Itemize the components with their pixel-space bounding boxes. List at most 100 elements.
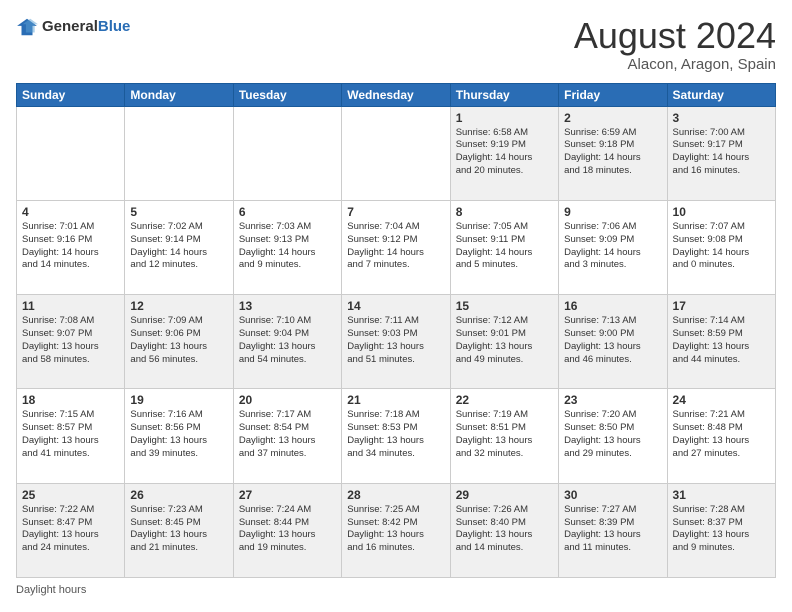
table-row: 18 Sunrise: 7:15 AM Sunset: 8:57 PM Dayli… <box>17 389 125 483</box>
col-friday: Friday <box>559 83 667 106</box>
table-row: 24Sunrise: 7:21 AM Sunset: 8:48 PM Dayli… <box>667 389 775 483</box>
day-info: Sunrise: 7:26 AM Sunset: 8:40 PM Dayligh… <box>456 504 553 555</box>
day-number: 7 <box>347 205 444 219</box>
day-number: 18 <box>22 393 119 407</box>
day-info: Sunrise: 7:25 AM Sunset: 8:42 PM Dayligh… <box>347 504 444 555</box>
day-number: 29 <box>456 488 553 502</box>
day-info: Sunrise: 7:27 AM Sunset: 8:39 PM Dayligh… <box>564 504 661 555</box>
day-info: Sunrise: 7:12 AM Sunset: 9:01 PM Dayligh… <box>456 315 553 366</box>
day-number: 30 <box>564 488 661 502</box>
logo-text: GeneralBlue <box>42 19 130 36</box>
col-sunday: Sunday <box>17 83 125 106</box>
table-row: 17 Sunrise: 7:14 AM Sunset: 8:59 PM Dayli… <box>667 295 775 389</box>
table-row: 25 Sunrise: 7:22 AM Sunset: 8:47 PM Dayli… <box>17 483 125 577</box>
day-number: 21 <box>347 393 444 407</box>
day-number: 20 <box>239 393 336 407</box>
day-number: 15 <box>456 299 553 313</box>
table-row: 27 Sunrise: 7:24 AM Sunset: 8:44 PM Dayli… <box>233 483 341 577</box>
day-info: Sunrise: 7:00 AM Sunset: 9:17 PM Dayligh… <box>673 127 770 178</box>
logo-blue: Blue <box>98 18 131 35</box>
calendar-week-5: 25 Sunrise: 7:22 AM Sunset: 8:47 PM Dayli… <box>17 483 776 577</box>
day-number: 2 <box>564 111 661 125</box>
calendar-week-1: 1 Sunrise: 6:58 AM Sunset: 9:19 PM Daylig… <box>17 106 776 200</box>
day-info: Sunrise: 7:19 AM Sunset: 8:51 PM Dayligh… <box>456 409 553 460</box>
table-row: 2 Sunrise: 6:59 AM Sunset: 9:18 PM Daylig… <box>559 106 667 200</box>
day-number: 28 <box>347 488 444 502</box>
day-number: 5 <box>130 205 227 219</box>
day-number: 10 <box>673 205 770 219</box>
day-info: Sunrise: 7:05 AM Sunset: 9:11 PM Dayligh… <box>456 221 553 272</box>
table-row: 3Sunrise: 7:00 AM Sunset: 9:17 PM Daylig… <box>667 106 775 200</box>
day-info: Sunrise: 7:10 AM Sunset: 9:04 PM Dayligh… <box>239 315 336 366</box>
day-info: Sunrise: 7:14 AM Sunset: 8:59 PM Dayligh… <box>673 315 770 366</box>
table-row <box>125 106 233 200</box>
day-number: 12 <box>130 299 227 313</box>
logo-icon <box>16 16 38 38</box>
location: Alacon, Aragon, Spain <box>574 56 776 73</box>
table-row: 19 Sunrise: 7:16 AM Sunset: 8:56 PM Dayli… <box>125 389 233 483</box>
day-info: Sunrise: 7:04 AM Sunset: 9:12 PM Dayligh… <box>347 221 444 272</box>
day-number: 25 <box>22 488 119 502</box>
day-number: 11 <box>22 299 119 313</box>
table-row: 20 Sunrise: 7:17 AM Sunset: 8:54 PM Dayli… <box>233 389 341 483</box>
table-row: 22Sunrise: 7:19 AM Sunset: 8:51 PM Dayli… <box>450 389 558 483</box>
day-number: 23 <box>564 393 661 407</box>
title-block: August 2024 Alacon, Aragon, Spain <box>574 16 776 73</box>
table-row: 16Sunrise: 7:13 AM Sunset: 9:00 PM Dayli… <box>559 295 667 389</box>
day-number: 26 <box>130 488 227 502</box>
day-info: Sunrise: 7:18 AM Sunset: 8:53 PM Dayligh… <box>347 409 444 460</box>
table-row: 28 Sunrise: 7:25 AM Sunset: 8:42 PM Dayli… <box>342 483 450 577</box>
day-info: Sunrise: 7:08 AM Sunset: 9:07 PM Dayligh… <box>22 315 119 366</box>
table-row: 29 Sunrise: 7:26 AM Sunset: 8:40 PM Dayli… <box>450 483 558 577</box>
day-info: Sunrise: 7:02 AM Sunset: 9:14 PM Dayligh… <box>130 221 227 272</box>
col-monday: Monday <box>125 83 233 106</box>
table-row: 6Sunrise: 7:03 AM Sunset: 9:13 PM Daylig… <box>233 200 341 294</box>
table-row: 8Sunrise: 7:05 AM Sunset: 9:11 PM Daylig… <box>450 200 558 294</box>
table-row: 4Sunrise: 7:01 AM Sunset: 9:16 PM Daylig… <box>17 200 125 294</box>
logo: GeneralBlue <box>16 16 130 38</box>
table-row: 26Sunrise: 7:23 AM Sunset: 8:45 PM Dayli… <box>125 483 233 577</box>
day-info: Sunrise: 7:15 AM Sunset: 8:57 PM Dayligh… <box>22 409 119 460</box>
day-number: 17 <box>673 299 770 313</box>
table-row: 12 Sunrise: 7:09 AM Sunset: 9:06 PM Dayli… <box>125 295 233 389</box>
table-row: 9Sunrise: 7:06 AM Sunset: 9:09 PM Daylig… <box>559 200 667 294</box>
day-info: Sunrise: 6:59 AM Sunset: 9:18 PM Dayligh… <box>564 127 661 178</box>
day-number: 13 <box>239 299 336 313</box>
calendar-header-row: Sunday Monday Tuesday Wednesday Thursday… <box>17 83 776 106</box>
day-number: 19 <box>130 393 227 407</box>
day-info: Sunrise: 7:24 AM Sunset: 8:44 PM Dayligh… <box>239 504 336 555</box>
header: GeneralBlue August 2024 Alacon, Aragon, … <box>16 16 776 73</box>
col-thursday: Thursday <box>450 83 558 106</box>
table-row: 21 Sunrise: 7:18 AM Sunset: 8:53 PM Dayli… <box>342 389 450 483</box>
col-saturday: Saturday <box>667 83 775 106</box>
day-number: 27 <box>239 488 336 502</box>
day-info: Sunrise: 7:07 AM Sunset: 9:08 PM Dayligh… <box>673 221 770 272</box>
day-number: 16 <box>564 299 661 313</box>
col-wednesday: Wednesday <box>342 83 450 106</box>
table-row: 13 Sunrise: 7:10 AM Sunset: 9:04 PM Dayli… <box>233 295 341 389</box>
day-info: Sunrise: 7:17 AM Sunset: 8:54 PM Dayligh… <box>239 409 336 460</box>
day-info: Sunrise: 7:09 AM Sunset: 9:06 PM Dayligh… <box>130 315 227 366</box>
day-number: 1 <box>456 111 553 125</box>
daylight-hours-label: Daylight hours <box>16 584 86 596</box>
table-row: 30 Sunrise: 7:27 AM Sunset: 8:39 PM Dayli… <box>559 483 667 577</box>
day-number: 9 <box>564 205 661 219</box>
table-row: 23 Sunrise: 7:20 AM Sunset: 8:50 PM Dayli… <box>559 389 667 483</box>
table-row: 1 Sunrise: 6:58 AM Sunset: 9:19 PM Daylig… <box>450 106 558 200</box>
calendar-week-2: 4Sunrise: 7:01 AM Sunset: 9:16 PM Daylig… <box>17 200 776 294</box>
calendar-week-4: 18 Sunrise: 7:15 AM Sunset: 8:57 PM Dayli… <box>17 389 776 483</box>
day-info: Sunrise: 7:22 AM Sunset: 8:47 PM Dayligh… <box>22 504 119 555</box>
table-row: 14Sunrise: 7:11 AM Sunset: 9:03 PM Dayli… <box>342 295 450 389</box>
day-info: Sunrise: 6:58 AM Sunset: 9:19 PM Dayligh… <box>456 127 553 178</box>
day-info: Sunrise: 7:11 AM Sunset: 9:03 PM Dayligh… <box>347 315 444 366</box>
calendar-table: Sunday Monday Tuesday Wednesday Thursday… <box>16 83 776 578</box>
day-info: Sunrise: 7:16 AM Sunset: 8:56 PM Dayligh… <box>130 409 227 460</box>
day-number: 4 <box>22 205 119 219</box>
day-info: Sunrise: 7:21 AM Sunset: 8:48 PM Dayligh… <box>673 409 770 460</box>
table-row: 31Sunrise: 7:28 AM Sunset: 8:37 PM Dayli… <box>667 483 775 577</box>
table-row: 15 Sunrise: 7:12 AM Sunset: 9:01 PM Dayli… <box>450 295 558 389</box>
col-tuesday: Tuesday <box>233 83 341 106</box>
month-title: August 2024 <box>574 16 776 56</box>
day-info: Sunrise: 7:03 AM Sunset: 9:13 PM Dayligh… <box>239 221 336 272</box>
day-info: Sunrise: 7:20 AM Sunset: 8:50 PM Dayligh… <box>564 409 661 460</box>
